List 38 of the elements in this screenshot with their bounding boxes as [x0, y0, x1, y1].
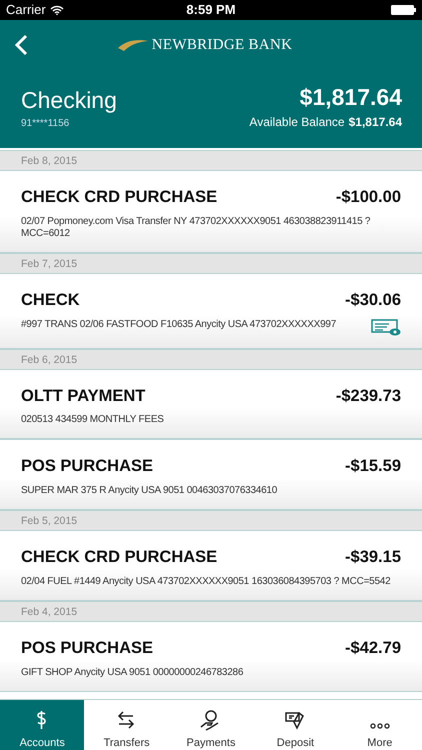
transaction-description: #997 TRANS 02/06 FASTFOOD F10635 Anycity USA 473702XXXXXX997 — [21, 318, 336, 330]
transaction-description: GIFT SHOP Anycity USA 9051 00000000246783286 — [21, 666, 244, 678]
transaction-description: SUPER MAR 375 R Anycity USA 9051 00463037076334610 — [21, 485, 278, 497]
status-time: 8:59 PM — [185, 1, 237, 20]
account-number: 91****1156 — [21, 117, 70, 131]
battery-icon — [391, 5, 416, 15]
transaction-description: 02/07 Popmoney.com Visa Transfer NY 473702XXXXXX9051 463038823911415 ? MCC=6012 — [21, 216, 372, 240]
transaction-amount: -$15.59 — [345, 456, 401, 478]
transaction-title: POS PURCHASE — [21, 456, 154, 478]
transaction-amount: -$239.73 — [336, 386, 401, 406]
transaction-amount: -$42.79 — [345, 638, 401, 659]
transaction-description: 02/04 FUEL #1449 Anycity USA 473702XXXXXX9051 163036084395703 ? MCC=5542 — [21, 576, 390, 588]
transaction-amount: -$100.00 — [336, 187, 401, 208]
date-header: Feb 8, 2015 — [0, 150, 422, 171]
transaction-title: CHECK CRD PURCHASE — [21, 547, 218, 568]
tab-button[interactable]: Accounts — [0, 700, 84, 750]
transaction-title: POS PURCHASE — [21, 638, 154, 659]
transaction-amount: -$39.15 — [345, 547, 401, 568]
transaction-title: OLTT PAYMENT — [21, 386, 146, 406]
available-balance-label: Available Balance — [249, 114, 345, 131]
bank-name: NEWBRIDGE BANK — [152, 36, 292, 55]
check-image-icon[interactable] — [371, 318, 401, 336]
date-header: Feb 4, 2015 — [0, 600, 422, 622]
swoosh-logo-icon — [118, 39, 148, 51]
transaction-description: 020513 434599 MONTHLY FEES — [21, 414, 164, 426]
wifi-icon — [50, 5, 64, 15]
date-header: Feb 7, 2015 — [0, 252, 422, 274]
balance-amount: $1,817.64 — [300, 86, 402, 109]
back-button[interactable] — [14, 34, 28, 56]
transaction-title: CHECK CRD PURCHASE — [21, 187, 218, 208]
more-icon — [370, 722, 390, 729]
transaction-title: CHECK — [21, 290, 80, 311]
carrier-label: Carrier — [6, 1, 46, 20]
account-name: Checking — [21, 89, 117, 112]
transaction-amount: -$30.06 — [345, 290, 401, 311]
date-header: Feb 5, 2015 — [0, 510, 422, 531]
available-balance-amount: $1,817.64 — [348, 114, 402, 131]
date-header: Feb 6, 2015 — [0, 348, 422, 370]
